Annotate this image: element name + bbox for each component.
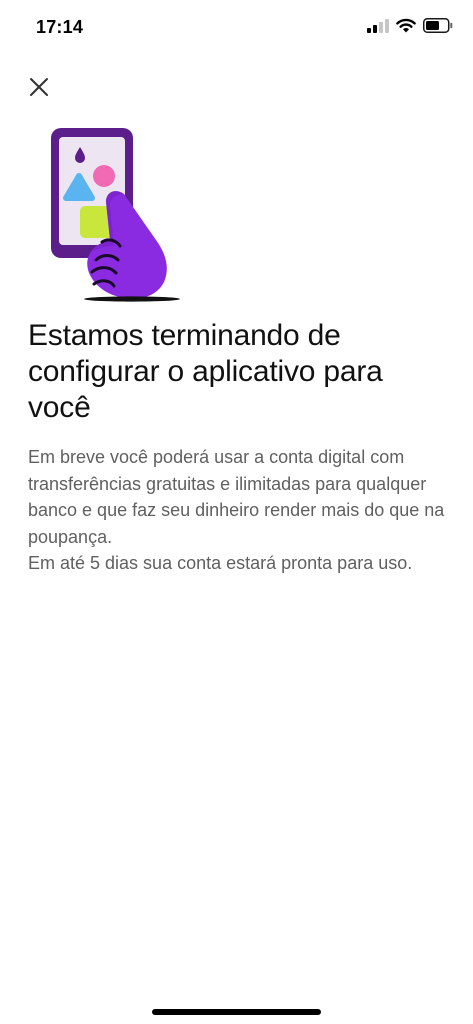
description-paragraph-2: Em até 5 dias sua conta estará pronta pa…: [28, 553, 413, 573]
close-icon: [30, 78, 48, 96]
status-icons: [367, 18, 453, 38]
phone-tap-illustration: [44, 122, 180, 304]
shadow: [84, 296, 180, 302]
home-indicator[interactable]: [152, 1009, 321, 1015]
cellular-signal-icon: [367, 18, 389, 38]
pink-circle: [93, 165, 115, 187]
description: Em breve você poderá usar a conta digita…: [28, 444, 448, 577]
close-button[interactable]: [24, 72, 54, 102]
status-time: 17:14: [36, 17, 84, 37]
page-title: Estamos terminando de configurar o aplic…: [28, 319, 383, 424]
description-paragraph-1: Em breve você poderá usar a conta digita…: [28, 447, 445, 547]
battery-icon: [423, 18, 453, 38]
status-bar: 17:14: [0, 0, 473, 56]
wifi-icon: [396, 18, 416, 38]
